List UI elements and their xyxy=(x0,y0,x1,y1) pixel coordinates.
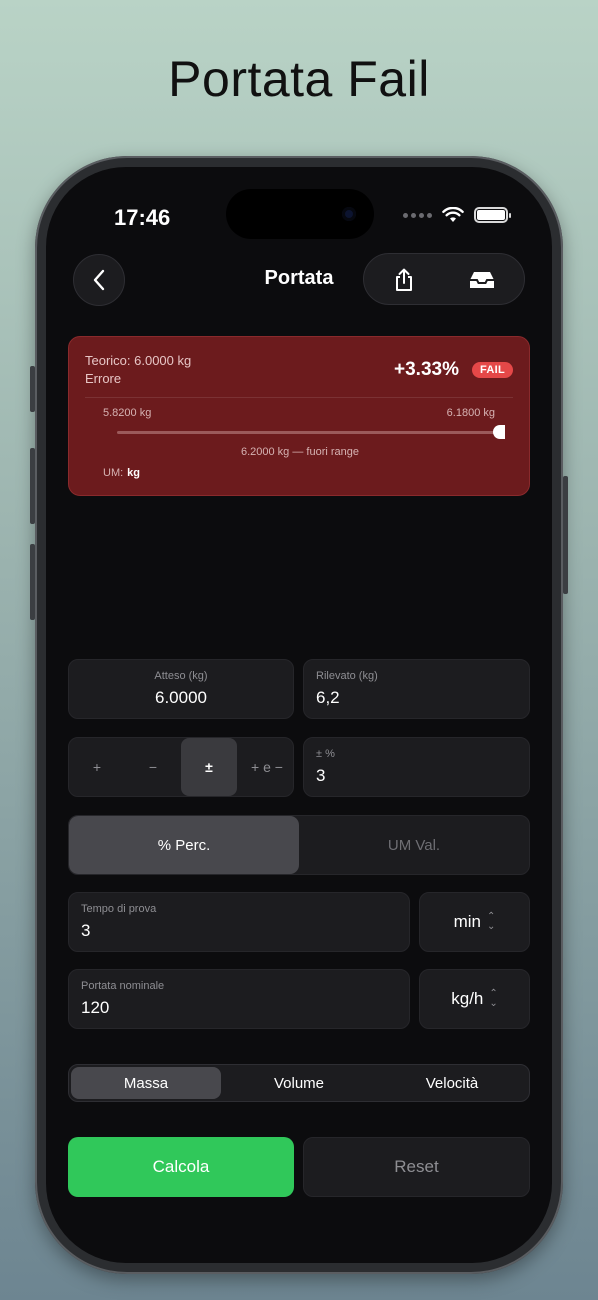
wifi-icon xyxy=(442,207,464,222)
dynamic-island xyxy=(226,189,374,239)
result-card: Teorico: 6.0000 kg Errore +3.33% FAIL 5.… xyxy=(68,336,530,496)
theoretical-value: Teorico: 6.0000 kg xyxy=(85,353,192,368)
tolerance-value: 3 xyxy=(316,766,326,785)
tolerance-field[interactable]: ± % 3 xyxy=(303,737,530,797)
category-speed[interactable]: Velocità xyxy=(377,1067,527,1099)
time-unit-picker[interactable]: min ⌃ ⌄ xyxy=(419,892,530,952)
nav-action-group xyxy=(363,253,525,305)
nominal-flow-label: Portata nominale xyxy=(81,980,165,992)
expected-label: Atteso (kg) xyxy=(154,670,208,682)
status-time: 17:46 xyxy=(114,205,171,230)
type-percent[interactable]: % Perc. xyxy=(69,816,299,874)
test-time-field[interactable]: Tempo di prova 3 xyxy=(68,892,410,952)
flow-unit-value: kg/h xyxy=(451,989,484,1008)
mode-plus-and-minus[interactable]: + e − xyxy=(239,738,295,796)
expected-field[interactable]: Atteso (kg) 6.0000 xyxy=(68,659,294,719)
page-title: Portata xyxy=(264,267,334,289)
camera-icon xyxy=(342,207,356,221)
time-unit-value: min xyxy=(453,912,481,931)
nominal-flow-value: 120 xyxy=(81,998,110,1017)
range-min: 5.8200 kg xyxy=(103,407,152,419)
measured-value: 6,2 xyxy=(316,688,340,707)
range-marker xyxy=(493,425,505,439)
category-selector: Massa Volume Velocità xyxy=(68,1064,530,1102)
unit-row: UM: kg xyxy=(103,467,140,479)
test-time-label: Tempo di prova xyxy=(81,903,157,915)
action-button xyxy=(30,366,35,412)
mode-plus[interactable]: + xyxy=(69,738,125,796)
divider xyxy=(85,397,513,398)
volume-up-button xyxy=(30,448,35,524)
range-max: 6.1800 kg xyxy=(446,407,495,419)
battery-icon xyxy=(474,207,511,223)
tray-icon xyxy=(470,272,494,288)
archive-button[interactable] xyxy=(468,266,496,294)
nominal-flow-field[interactable]: Portata nominale 120 xyxy=(68,969,410,1029)
share-icon xyxy=(396,268,412,291)
mode-plus-minus[interactable]: ± xyxy=(181,738,237,796)
error-percent: +3.33% xyxy=(394,359,459,380)
chevron-updown-icon: ⌃ ⌄ xyxy=(489,988,498,1009)
volume-down-button xyxy=(30,544,35,620)
type-unit-value[interactable]: UM Val. xyxy=(299,816,529,874)
promo-title: Portata Fail xyxy=(168,51,430,107)
measured-value-text: 6.2000 kg — fuori range xyxy=(240,446,360,458)
chevron-updown-icon: ⌃ ⌄ xyxy=(487,911,496,932)
measured-field[interactable]: Rilevato (kg) 6,2 xyxy=(303,659,530,719)
reset-button[interactable]: Reset xyxy=(303,1137,530,1197)
calculate-button[interactable]: Calcola xyxy=(68,1137,294,1197)
tolerance-type-selector: % Perc. UM Val. xyxy=(68,815,530,875)
tolerance-mode-selector: + − ± + e − xyxy=(68,737,294,797)
back-button[interactable] xyxy=(73,254,125,306)
category-mass[interactable]: Massa xyxy=(71,1067,221,1099)
expected-value: 6.0000 xyxy=(155,688,207,707)
status-indicators xyxy=(403,207,511,223)
power-button xyxy=(563,476,568,594)
flow-unit-picker[interactable]: kg/h ⌃ ⌄ xyxy=(419,969,530,1029)
error-label: Errore xyxy=(85,371,122,386)
chevron-left-icon xyxy=(93,269,105,291)
category-volume[interactable]: Volume xyxy=(224,1067,374,1099)
measured-label: Rilevato (kg) xyxy=(316,670,378,682)
status-badge: FAIL xyxy=(471,362,513,378)
unit-label: UM: xyxy=(103,467,124,479)
mode-minus[interactable]: − xyxy=(125,738,181,796)
share-button[interactable] xyxy=(390,266,418,294)
range-track xyxy=(117,431,495,434)
app-screen: 17:46 Portata Teorico: 6.0000 kg Errore … xyxy=(46,167,552,1263)
test-time-value: 3 xyxy=(81,921,91,940)
tolerance-label: ± % xyxy=(316,748,335,760)
cellular-signal-icon xyxy=(403,212,432,218)
unit-value: kg xyxy=(127,467,141,479)
